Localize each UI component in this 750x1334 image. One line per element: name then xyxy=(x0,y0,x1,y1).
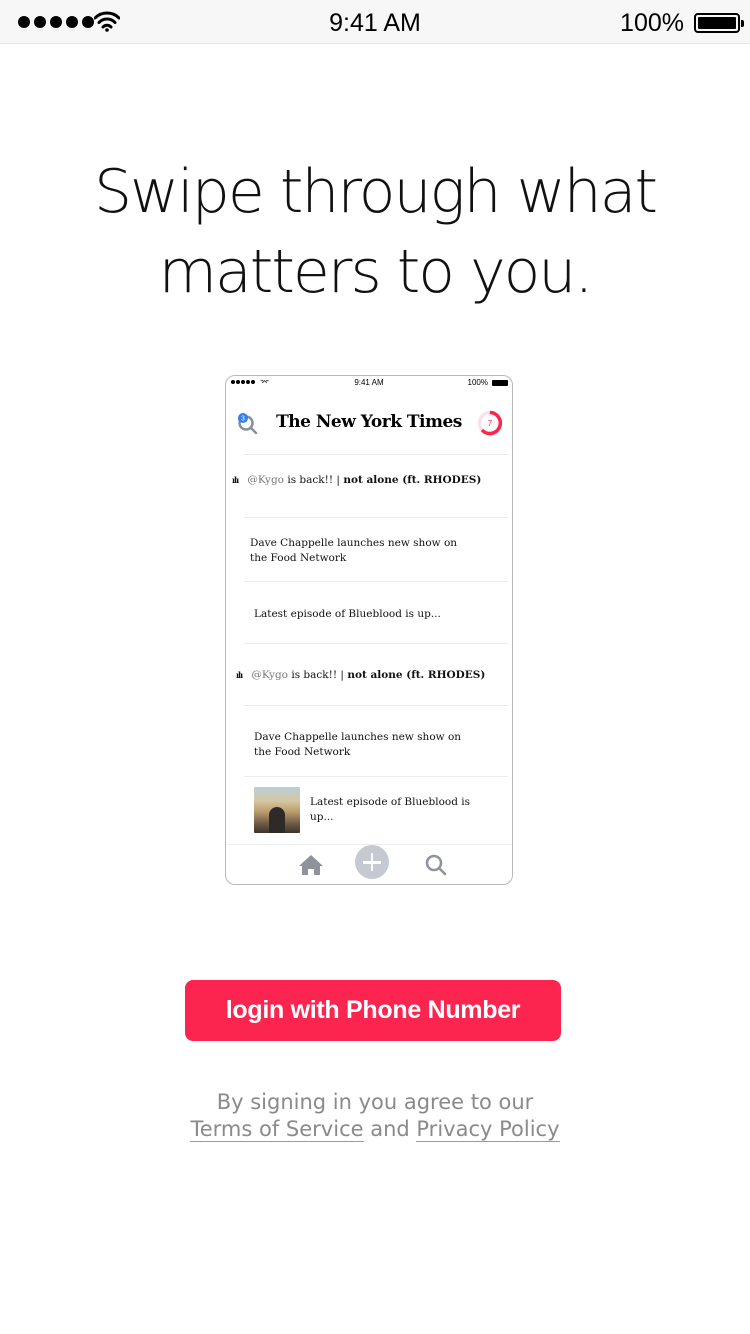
headline-line-2: matters to you. xyxy=(158,237,594,307)
preview-feed-list: ılı @Kygo is back!! | not alone (ft. RHO… xyxy=(232,454,508,848)
item-text: Dave Chappelle launches new show on the … xyxy=(250,537,458,564)
home-icon xyxy=(299,855,323,875)
login-phone-button[interactable]: login with Phone Number xyxy=(185,980,561,1041)
status-bar: 9:41 AM 100% xyxy=(0,0,750,44)
terms-of-service-link[interactable]: Terms of Service xyxy=(190,1117,364,1142)
item-text: Dave Chappelle launches new show on the … xyxy=(254,731,462,758)
terms-and-text: and xyxy=(363,1117,417,1141)
item-text: Latest episode of Blueblood is up... xyxy=(254,608,441,620)
headline-line-1: Swipe through what xyxy=(93,157,658,227)
item-handle: @Kygo xyxy=(247,474,284,486)
item-text: is back!! | xyxy=(284,474,344,486)
battery-icon xyxy=(694,13,744,33)
headline: Swipe through what matters to you. xyxy=(0,152,750,312)
battery-percentage: 100% xyxy=(620,9,684,37)
search-icon xyxy=(425,854,447,876)
app-preview-mockup: ⌤ 9:41 AM 100% 3 The New York Times 7 ıl… xyxy=(225,375,513,885)
audio-bars-icon: ılı xyxy=(232,475,239,485)
list-item: Latest episode of Blueblood is up... xyxy=(244,581,508,643)
preview-status-bar: ⌤ 9:41 AM 100% xyxy=(226,376,512,392)
item-text: is back!! | xyxy=(288,669,348,681)
item-text: Latest episode of Blueblood is up... xyxy=(310,796,471,823)
progress-ring-count: 7 xyxy=(488,419,493,428)
item-handle: @Kygo xyxy=(251,669,288,681)
terms-intro-text: By signing in you agree to our xyxy=(216,1090,534,1114)
list-item: ılı @Kygo is back!! | not alone (ft. RHO… xyxy=(232,454,508,517)
preview-battery-percentage: 100% xyxy=(467,378,488,387)
add-icon xyxy=(355,845,389,879)
progress-ring-icon: 7 xyxy=(477,410,503,436)
preview-battery-icon xyxy=(492,380,508,386)
audio-bars-icon: ılı xyxy=(236,670,243,680)
privacy-policy-link[interactable]: Privacy Policy xyxy=(416,1117,560,1142)
preview-tab-bar xyxy=(226,844,512,884)
list-item: ılı @Kygo is back!! | not alone (ft. RHO… xyxy=(236,643,508,705)
list-item: Dave Chappelle launches new show on the … xyxy=(244,517,508,581)
preview-header: 3 The New York Times 7 xyxy=(226,392,512,454)
newspaper-logo: The New York Times xyxy=(276,412,462,432)
item-bold-text: not alone (ft. RHODES) xyxy=(347,669,486,681)
terms-notice: By signing in you agree to our Terms of … xyxy=(0,1089,750,1143)
item-bold-text: not alone (ft. RHODES) xyxy=(343,474,482,486)
article-thumbnail xyxy=(254,787,300,833)
list-item: Latest episode of Blueblood is up... xyxy=(244,776,508,848)
list-item: Dave Chappelle launches new show on the … xyxy=(244,705,508,776)
